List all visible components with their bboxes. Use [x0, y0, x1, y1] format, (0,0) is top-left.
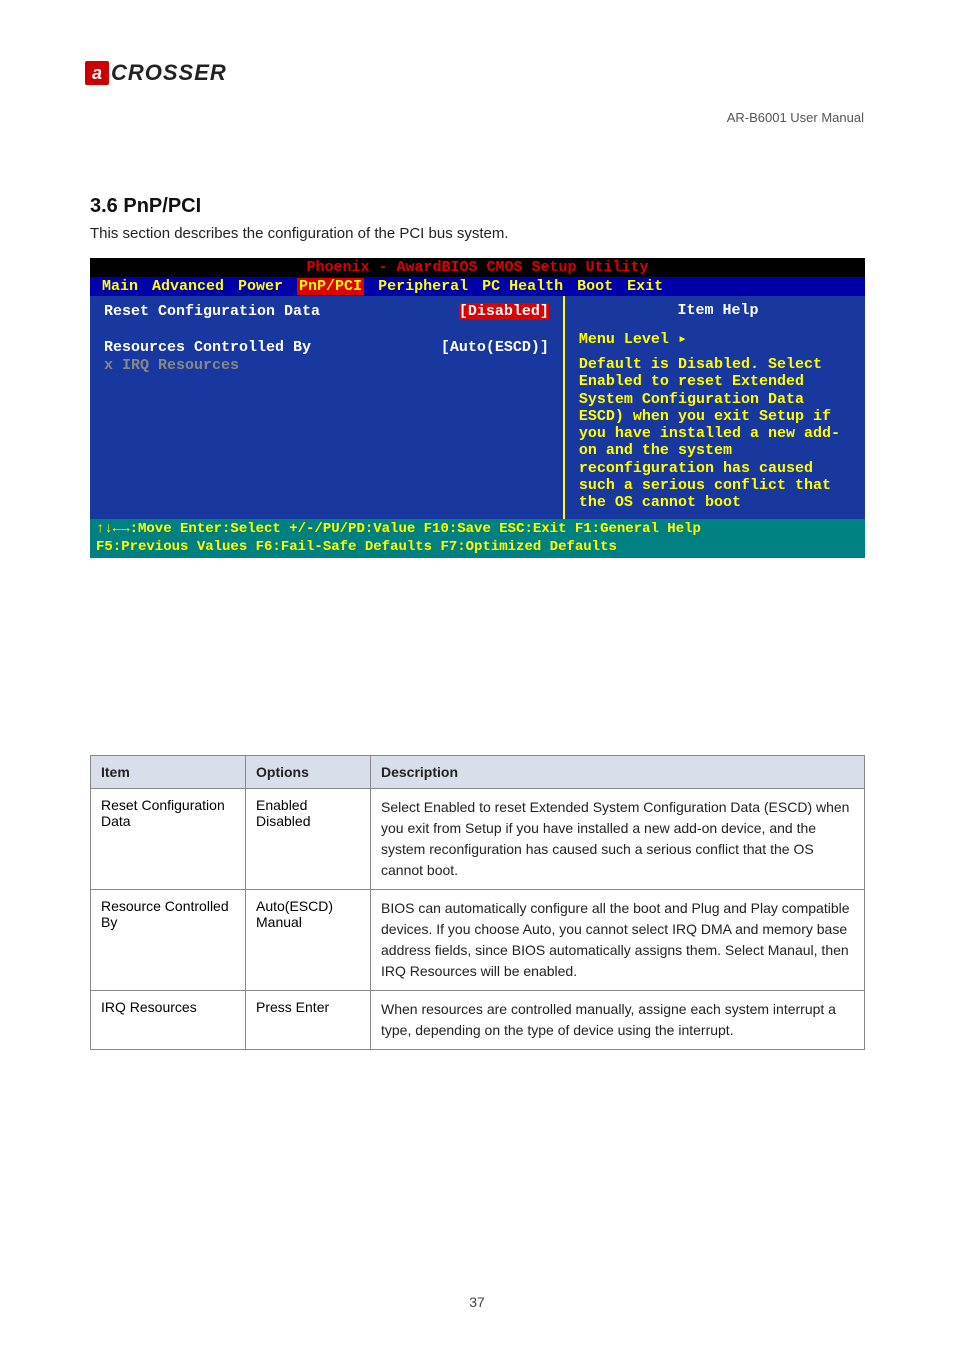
table-cell-desc: BIOS can automatically configure all the…: [371, 890, 865, 991]
bios-setting-value: [Disabled]: [459, 303, 549, 320]
table-cell-item: IRQ Resources: [91, 991, 246, 1050]
table-header: Options: [246, 756, 371, 789]
table-row: Reset Configuration DataEnabled Disabled…: [91, 789, 865, 890]
bios-menu-item: PnP/PCI: [297, 278, 364, 295]
bios-help-text: Default is Disabled. Select Enabled to r…: [579, 356, 857, 511]
table-row: IRQ ResourcesPress EnterWhen resources a…: [91, 991, 865, 1050]
bios-right-pane: Item Help Menu Level ▸ Default is Disabl…: [563, 296, 865, 519]
bios-menu-item: Peripheral: [378, 278, 468, 295]
bios-menu-item: Main: [102, 278, 138, 295]
logo-text: CROSSER: [111, 60, 227, 86]
table-cell-options: Enabled Disabled: [246, 789, 371, 890]
bios-item-help-title: Item Help: [579, 302, 857, 319]
bios-menu-item: Exit: [627, 278, 663, 295]
bios-left-pane: Reset Configuration Data[Disabled] Resou…: [90, 296, 563, 519]
section-subtitle: This section describes the configuration…: [90, 225, 509, 242]
bios-menu-item: PC Health: [482, 278, 563, 295]
logo-mark: a: [85, 61, 109, 85]
bios-menu-item: Power: [238, 278, 283, 295]
bios-setting-value: [Auto(ESCD)]: [441, 339, 549, 356]
bios-footer-line1: ↑↓←→:Move Enter:Select +/-/PU/PD:Value F…: [96, 520, 859, 538]
bios-setting-row: x IRQ Resources: [104, 357, 549, 374]
bios-footer-line2: F5:Previous Values F6:Fail-Safe Defaults…: [96, 538, 859, 556]
bios-setting-row: Reset Configuration Data[Disabled]: [104, 303, 549, 320]
bios-setting-label: Resources Controlled By: [104, 339, 441, 356]
bios-setting-row: Resources Controlled By[Auto(ESCD)]: [104, 339, 549, 356]
table-cell-options: Press Enter: [246, 991, 371, 1050]
bios-menu-bar: Main Advanced Power PnP/PCI Peripheral PC Hea…: [90, 277, 865, 296]
table-cell-item: Resource Controlled By: [91, 890, 246, 991]
logo-letter: a: [92, 63, 102, 84]
table-cell-options: Auto(ESCD) Manual: [246, 890, 371, 991]
bios-footer: ↑↓←→:Move Enter:Select +/-/PU/PD:Value F…: [90, 519, 865, 557]
table-header: Description: [371, 756, 865, 789]
bios-menu-item: Advanced: [152, 278, 224, 295]
bios-body: Reset Configuration Data[Disabled] Resou…: [90, 296, 865, 519]
table-cell-item: Reset Configuration Data: [91, 789, 246, 890]
table-row: Resource Controlled ByAuto(ESCD) ManualB…: [91, 890, 865, 991]
bios-setting-label: Reset Configuration Data: [104, 303, 459, 320]
options-table: ItemOptionsDescription Reset Configurati…: [90, 755, 865, 1050]
table-cell-desc: When resources are controlled manually, …: [371, 991, 865, 1050]
bios-menu-item: Boot: [577, 278, 613, 295]
page-number: 37: [0, 1294, 954, 1310]
bios-setting-row: [104, 321, 549, 338]
bios-setting-label: x IRQ Resources: [104, 357, 549, 374]
page-header: AR-B6001 User Manual: [0, 110, 954, 125]
bios-title: Phoenix - AwardBIOS CMOS Setup Utility: [90, 258, 865, 277]
table-header: Item: [91, 756, 246, 789]
bios-menu-level: Menu Level ▸: [579, 329, 857, 348]
logo: a CROSSER: [85, 60, 227, 86]
bios-screenshot: Phoenix - AwardBIOS CMOS Setup Utility M…: [90, 258, 865, 558]
table-cell-desc: Select Enabled to reset Extended System …: [371, 789, 865, 890]
section-title: 3.6 PnP/PCI: [90, 195, 201, 218]
